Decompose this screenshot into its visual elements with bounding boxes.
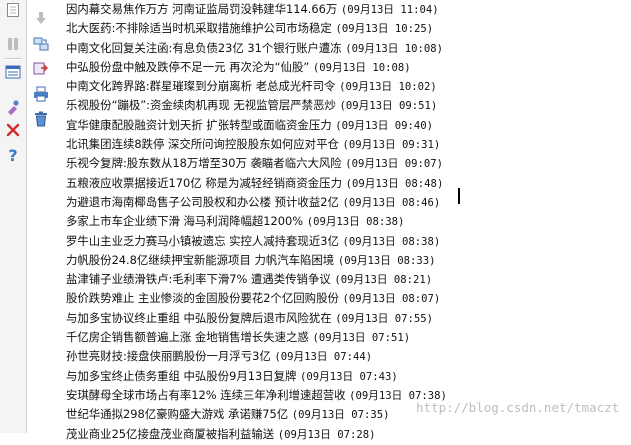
news-headline[interactable]: 中南文化回复关注函:有息负债23亿 31个银行账户遭冻	[66, 41, 342, 55]
news-headline[interactable]: 千亿房企销售额普遍上涨 金地销售增长失速之惑	[66, 330, 309, 344]
news-time: (09月13日 08:21)	[334, 274, 433, 287]
help-icon[interactable]: ?	[4, 146, 22, 164]
news-row[interactable]: 与加多宝协议终止重组 中弘股份复牌后退市风险犹在 (09月13日 07:55)	[66, 309, 631, 328]
news-row[interactable]: 中南文化回复关注函:有息负债23亿 31个银行账户遭冻 (09月13日 10:0…	[66, 39, 631, 58]
news-headline[interactable]: 茂业商业25亿接盘茂业商厦被指利益输送	[66, 427, 274, 441]
news-headline[interactable]: 乐视股份“蹦极”:资金续肉机再现 无视监管层严禁恶炒	[66, 98, 336, 112]
news-row[interactable]: 千亿房企销售额普遍上涨 金地销售增长失速之惑 (09月13日 07:51)	[66, 328, 631, 347]
remove-icon[interactable]	[4, 121, 22, 139]
news-headline[interactable]: 中南文化跨界路:群星璀璨到分崩离析 老总成光杆司令	[66, 79, 335, 93]
news-headline[interactable]: 盐津铺子业绩滑铁卢:毛利率下滑7% 遭遇类传销争议	[66, 272, 331, 286]
news-row[interactable]: 与加多宝终止债务重组 中弘股份9月13日复牌 (09月13日 07:43)	[66, 367, 631, 386]
news-headline[interactable]: 股价跌势难止 主业惨淡的金固股份要花2个亿回购股份	[66, 291, 339, 305]
news-row[interactable]: 中南文化跨界路:群星璀璨到分崩离析 老总成光杆司令 (09月13日 10:02)	[66, 77, 631, 96]
news-headline[interactable]: 中弘股份盘中触及跌停不足一元 再次沦为“仙股”	[66, 60, 309, 74]
side-toolbar: ?	[0, 0, 49, 433]
news-row[interactable]: 乐视今复牌:股东数从18万增至30万 袭瞄者临六大风险 (09月13日 09:0…	[66, 154, 631, 173]
news-row[interactable]: 宜华健康配股融资计划天折 扩张转型或面临资金压力 (09月13日 09:40)	[66, 116, 631, 135]
news-headline[interactable]: 安琪酵母全球市场占有率12% 连续三年净利增速超营收	[66, 388, 346, 402]
news-row[interactable]: 孙世亮财技:接盘侠丽鹏股份一月浮亏3亿 (09月13日 07:44)	[66, 347, 631, 366]
news-time: (09月13日 07:35)	[291, 409, 390, 422]
news-time: (09月13日 08:48)	[345, 177, 444, 190]
news-row[interactable]: 为避退市海南椰岛售子公司股权和办公楼 预计收益2亿 (09月13日 08:46)	[66, 193, 631, 212]
news-headline[interactable]: 为避退市海南椰岛售子公司股权和办公楼 预计收益2亿	[66, 195, 339, 209]
linked-panes-icon[interactable]	[32, 35, 50, 53]
news-time: (09月13日 08:46)	[342, 196, 441, 209]
news-time: (09月13日 10:08)	[312, 61, 411, 74]
news-headline[interactable]: 乐视今复牌:股东数从18万增至30万 袭瞄者临六大风险	[66, 156, 342, 170]
news-time: (09月13日 10:08)	[345, 42, 444, 55]
news-headline[interactable]: 罗牛山主业乏力赛马小镇被遗忘 实控人减持套现近3亿	[66, 234, 339, 248]
print-icon[interactable]	[32, 85, 50, 103]
page-icon[interactable]	[4, 1, 22, 19]
news-headline[interactable]: 孙世亮财技:接盘侠丽鹏股份一月浮亏3亿	[66, 349, 271, 363]
news-row[interactable]: 罗牛山主业乏力赛马小镇被遗忘 实控人减持套现近3亿 (09月13日 08:38)	[66, 232, 631, 251]
news-row[interactable]: 北大医药:不排除适当时机采取措施维护公司市场稳定 (09月13日 10:25)	[66, 19, 631, 38]
news-time: (09月13日 08:07)	[342, 293, 441, 306]
layout-icon[interactable]	[4, 63, 22, 81]
svg-text:?: ?	[8, 147, 17, 163]
news-headline[interactable]: 宜华健康配股融资计划天折 扩张转型或面临资金压力	[66, 118, 332, 132]
export-icon[interactable]	[32, 59, 50, 77]
news-row[interactable]: 茂业商业25亿接盘茂业商厦被指利益输送 (09月13日 07:28)	[66, 425, 631, 444]
news-row[interactable]: 北讯集团连续8跌停 深交所问询控股股东如何应对平仓 (09月13日 09:31)	[66, 135, 631, 154]
news-headline[interactable]: 与加多宝协议终止重组 中弘股份复牌后退市风险犹在	[66, 311, 332, 325]
news-time: (09月13日 10:25)	[335, 23, 434, 36]
news-time: (09月13日 07:28)	[277, 428, 376, 441]
news-time: (09月13日 09:31)	[342, 139, 441, 152]
news-time: (09月13日 07:51)	[312, 332, 411, 345]
news-row[interactable]: 多家上市车企业绩下滑 海马利润降幅超1200% (09月13日 08:38)	[66, 212, 631, 231]
news-headline[interactable]: 世纪华通拟298亿豪购盛大游戏 承诺赚75亿	[66, 407, 288, 421]
news-row[interactable]: 股价跌势难止 主业惨淡的金固股份要花2个亿回购股份 (09月13日 08:07)	[66, 289, 631, 308]
news-row[interactable]: 乐视股份“蹦极”:资金续肉机再现 无视监管层严禁恶炒 (09月13日 09:51…	[66, 96, 631, 115]
news-headline[interactable]: 力帆股份24.8亿继续押宝新能源项目 力帆汽车陷困境	[66, 253, 334, 267]
text-cursor	[458, 188, 460, 204]
news-time: (09月13日 07:43)	[300, 370, 398, 383]
news-row[interactable]: 因内幕交易焦作万方 河南证监局罚没韩建华114.66万 (09月13日 11:0…	[66, 0, 631, 19]
news-time: (09月13日 07:55)	[335, 312, 433, 325]
news-time: (09月13日 09:07)	[345, 158, 444, 171]
trash-icon[interactable]	[32, 110, 50, 128]
watermark: http://blog.csdn.net/tmaczt	[416, 400, 620, 415]
news-time: (09月13日 08:33)	[337, 254, 436, 267]
filter-icon[interactable]	[4, 98, 22, 116]
news-time: (09月13日 07:44)	[274, 351, 373, 364]
news-headline[interactable]: 多家上市车企业绩下滑 海马利润降幅超1200%	[66, 214, 303, 228]
news-time: (09月13日 08:38)	[306, 216, 405, 229]
news-time: (09月13日 11:04)	[340, 4, 439, 16]
pause-icon[interactable]	[4, 35, 22, 53]
news-headline[interactable]: 五粮液应收票据接近170亿 称是为减轻经销商资金压力	[66, 176, 342, 190]
news-time: (09月13日 10:02)	[339, 81, 437, 94]
news-row[interactable]: 中弘股份盘中触及跌停不足一元 再次沦为“仙股” (09月13日 10:08)	[66, 58, 631, 77]
news-time: (09月13日 09:40)	[335, 119, 433, 132]
news-headline[interactable]: 北大医药:不排除适当时机采取措施维护公司市场稳定	[66, 21, 332, 35]
news-row[interactable]: 力帆股份24.8亿继续押宝新能源项目 力帆汽车陷困境 (09月13日 08:33…	[66, 251, 631, 270]
toolbar-separator	[4, 58, 22, 60]
news-row[interactable]: 盐津铺子业绩滑铁卢:毛利率下滑7% 遭遇类传销争议 (09月13日 08:21)	[66, 270, 631, 289]
arrow-down-icon[interactable]	[32, 9, 50, 27]
news-row[interactable]: 五粮液应收票据接近170亿 称是为减轻经销商资金压力 (09月13日 08:48…	[66, 174, 631, 193]
news-time: (09月13日 09:51)	[339, 100, 438, 113]
news-headline[interactable]: 与加多宝终止债务重组 中弘股份9月13日复牌	[66, 369, 296, 383]
news-time: (09月13日 08:38)	[342, 235, 441, 248]
news-list: 因内幕交易焦作万方 河南证监局罚没韩建华114.66万 (09月13日 11:0…	[66, 0, 631, 441]
news-headline[interactable]: 因内幕交易焦作万方 河南证监局罚没韩建华114.66万	[66, 2, 337, 16]
news-headline[interactable]: 北讯集团连续8跌停 深交所问询控股股东如何应对平仓	[66, 137, 339, 151]
